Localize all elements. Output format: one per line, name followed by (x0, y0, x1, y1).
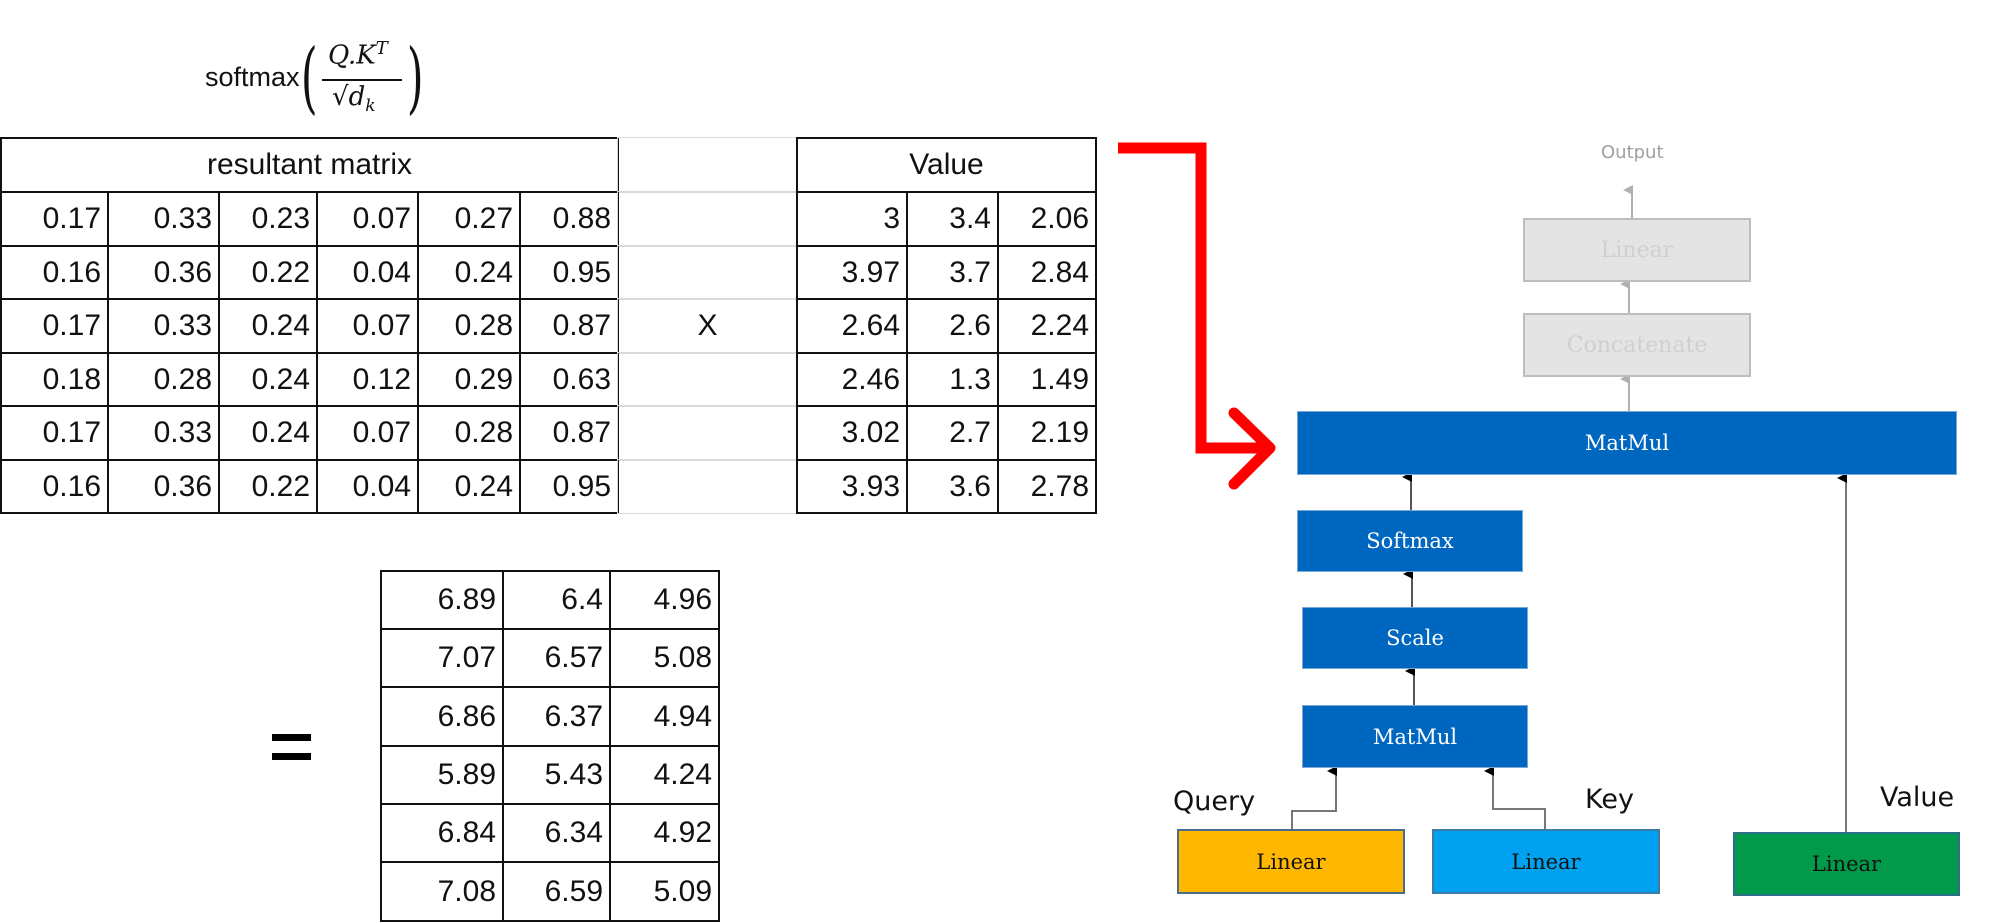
softmax-box: Softmax (1297, 510, 1523, 572)
value-linear-box: Linear (1733, 832, 1960, 896)
key-linear-box: Linear (1432, 829, 1660, 894)
key-linear-label: Linear (1511, 849, 1581, 874)
query-linear-label: Linear (1256, 849, 1326, 874)
scale-label: Scale (1386, 626, 1444, 650)
query-label: Query (1173, 786, 1256, 817)
value-linear-label: Linear (1811, 852, 1882, 876)
concatenate-label: Concatenate (1566, 332, 1708, 358)
linear-output-box: Linear (1523, 218, 1751, 282)
concatenate-box: Concatenate (1523, 313, 1751, 377)
key-label: Key (1585, 784, 1634, 815)
scale-box: Scale (1302, 607, 1528, 669)
arrow-query-to-matmul (1291, 766, 1337, 829)
matmul-top-box: MatMul (1297, 411, 1957, 475)
matmul-top-label: MatMul (1584, 431, 1670, 455)
arrow-key-to-matmul (1484, 766, 1546, 829)
value-label: Value (1880, 782, 1955, 813)
matmul-bottom-box: MatMul (1302, 705, 1528, 768)
query-linear-box: Linear (1177, 829, 1405, 894)
matmul-bottom-label: MatMul (1372, 724, 1458, 749)
softmax-label: Softmax (1366, 529, 1454, 553)
linear-output-label: Linear (1600, 237, 1674, 263)
red-pointer-arrow-line (1118, 142, 1268, 454)
output-label: Output (1601, 142, 1664, 163)
